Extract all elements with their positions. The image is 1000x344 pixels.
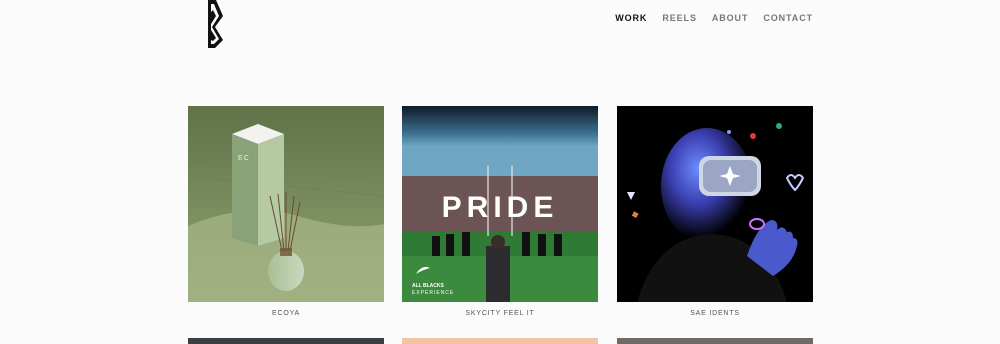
- nav-about[interactable]: ABOUT: [712, 13, 749, 23]
- project-tile-skycity: PRIDE ALL BLACKS EXPERIENCE SKYCITY FEEL…: [402, 106, 598, 317]
- zigzag-logo-icon[interactable]: [205, 0, 225, 48]
- nav-contact[interactable]: CONTACT: [763, 13, 813, 23]
- project-thumbnail-row2-1[interactable]: [188, 338, 384, 344]
- project-tile-sae: SAE IDENTS: [617, 106, 813, 317]
- project-thumbnail-sae[interactable]: [617, 106, 813, 302]
- badge-line2: EXPERIENCE: [412, 290, 454, 296]
- project-title[interactable]: SKYCITY FEEL IT: [402, 310, 598, 317]
- thumb-headline: PRIDE: [442, 191, 559, 224]
- svg-text:EC: EC: [238, 155, 250, 162]
- badge-line1: ALL BLACKS: [412, 283, 445, 289]
- project-thumbnail-row2-2[interactable]: [402, 338, 598, 344]
- project-title[interactable]: ECOYA: [188, 310, 384, 317]
- nav-reels[interactable]: REELS: [662, 13, 697, 23]
- project-tile-ecoya: EC ECOYA: [188, 106, 384, 317]
- project-thumbnail-row2-3[interactable]: [617, 338, 813, 344]
- project-thumbnail-skycity[interactable]: PRIDE ALL BLACKS EXPERIENCE: [402, 106, 598, 302]
- main-nav: WORK REELS ABOUT CONTACT: [615, 13, 813, 23]
- nav-work[interactable]: WORK: [615, 13, 647, 23]
- project-title[interactable]: SAE IDENTS: [617, 310, 813, 317]
- project-thumbnail-ecoya[interactable]: EC: [188, 106, 384, 302]
